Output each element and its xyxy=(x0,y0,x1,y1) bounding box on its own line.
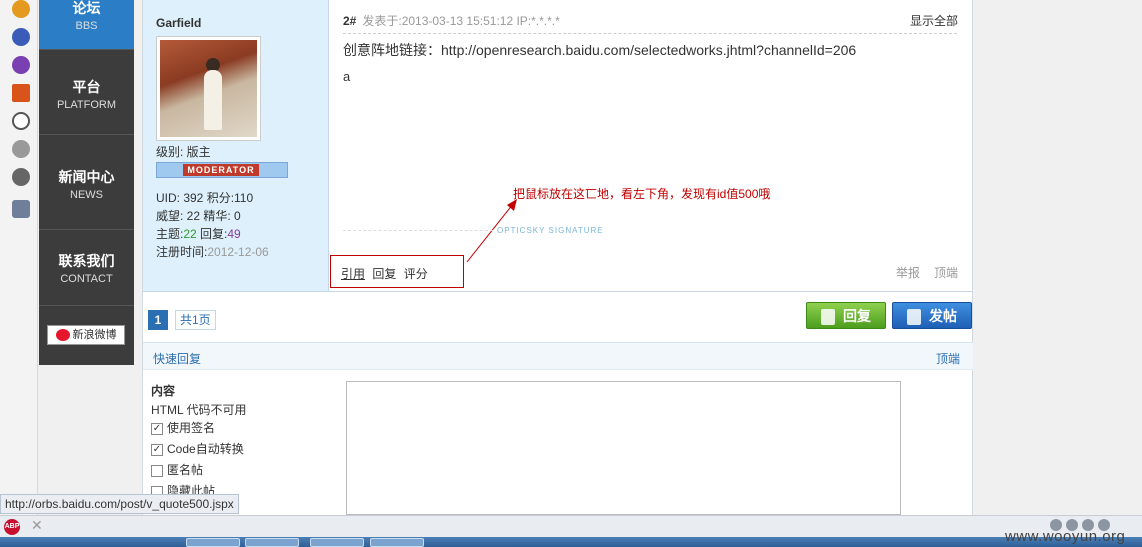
top-link[interactable]: 顶端 xyxy=(934,264,958,281)
show-all-link[interactable]: 显示全部 xyxy=(910,12,958,29)
close-icon[interactable]: ✕ xyxy=(31,517,43,534)
adblock-icon[interactable]: ABP xyxy=(4,519,20,535)
tag-icon[interactable] xyxy=(12,200,30,218)
option-signature[interactable]: ✓ 使用签名 xyxy=(151,419,215,436)
reg-date: 2012-12-06 xyxy=(207,245,269,259)
badge-label: MODERATOR xyxy=(183,164,259,176)
watermark: www.wooyun.org xyxy=(1005,528,1126,545)
content-label: 内容 xyxy=(151,384,176,398)
weibo-label: 新浪微博 xyxy=(72,329,117,341)
quick-reply-title: 快速回复 xyxy=(153,352,202,366)
sidebar-app-icon[interactable] xyxy=(12,0,30,18)
author-level: 级别: 版主 xyxy=(156,145,211,159)
author-uid: UID: 392 积分:110 xyxy=(156,191,254,205)
weibo-button[interactable]: 新浪微博 xyxy=(47,325,125,345)
taskbar-item[interactable] xyxy=(245,538,299,547)
author-name[interactable]: Garfield xyxy=(156,16,201,30)
nav-sublabel: CONTACT xyxy=(60,273,113,285)
screen: { "nav": { "items": [ {"zh": "论坛", "en":… xyxy=(0,0,1142,547)
post-header: 2# 发表于:2013-03-13 15:51:12 IP:*.*.*.* xyxy=(343,12,560,29)
reg-label: 注册时间: xyxy=(156,245,208,259)
page-current[interactable]: 1 xyxy=(148,310,168,330)
author-reg: 注册时间:2012-12-06 xyxy=(156,243,269,260)
option-label: Code自动转换 xyxy=(167,442,244,456)
nav-item-platform[interactable]: 平台 PLATFORM xyxy=(39,50,134,135)
rate-link[interactable]: 评分 xyxy=(404,267,428,281)
site-nav: 论坛 BBS 平台 PLATFORM 新闻中心 NEWS 联系我们 CONTAC… xyxy=(39,0,134,365)
palette-icon[interactable] xyxy=(12,112,30,130)
nav-sublabel: BBS xyxy=(75,20,98,32)
post-body-text: a xyxy=(343,69,351,84)
nav-sublabel: PLATFORM xyxy=(56,99,117,111)
post-body-link[interactable]: 创意阵地链接：http://openresearch.baidu.com/sel… xyxy=(343,40,856,60)
taskbar-item[interactable] xyxy=(310,538,364,547)
reply-button-label: 回复 xyxy=(843,308,871,324)
html-note: HTML 代码不可用 xyxy=(151,403,247,417)
option-anonymous[interactable]: 匿名帖 xyxy=(151,461,203,478)
author-prestige: 威望: 22 精华: 0 xyxy=(156,209,241,223)
nav-label: 平台 xyxy=(72,79,101,95)
reply-link[interactable]: 回复 xyxy=(372,267,396,281)
reply-button[interactable]: 回复 xyxy=(806,302,886,329)
floor-number[interactable]: 2# xyxy=(343,14,356,28)
page-margin xyxy=(973,0,1142,515)
taskbar-item[interactable] xyxy=(186,538,240,547)
edit-icon xyxy=(907,309,921,326)
option-label: 使用签名 xyxy=(167,421,216,435)
post-meta: 发表于:2013-03-13 15:51:12 IP:*.*.*.* xyxy=(362,14,560,28)
thread-main: Garfield 级别: 版主 MODERATOR UID: 392 积分:11… xyxy=(142,0,974,515)
checkbox-checked[interactable]: ✓ xyxy=(151,422,163,435)
quote-link[interactable]: 引用 xyxy=(341,267,365,281)
nav-sublabel: NEWS xyxy=(70,189,103,201)
page-total: 共1页 xyxy=(175,310,216,330)
replies-label: 回复: xyxy=(196,227,228,241)
sidebar-app-icon[interactable] xyxy=(12,56,30,74)
new-post-button-label: 发帖 xyxy=(929,308,957,324)
new-post-button[interactable]: 发帖 xyxy=(892,302,972,329)
avatar[interactable] xyxy=(156,36,261,141)
nav-item-contact[interactable]: 联系我们 CONTACT xyxy=(39,230,134,306)
checkbox-checked[interactable]: ✓ xyxy=(151,443,163,456)
status-url: http://orbs.baidu.com/post/v_quote500.js… xyxy=(0,494,239,514)
topics-label: 主题: xyxy=(156,227,184,241)
browser-status-bar: ABP ✕ xyxy=(0,515,1142,537)
sidebar-app-icon[interactable] xyxy=(12,84,30,102)
moderator-badge: MODERATOR xyxy=(156,162,288,178)
weibo-icon xyxy=(55,329,70,342)
browser-sidebar xyxy=(0,0,38,515)
taskbar-item[interactable] xyxy=(370,538,424,547)
avatar-photo xyxy=(160,40,257,137)
report-link[interactable]: 举报 xyxy=(896,264,920,281)
signature: OPTICSKY SIGNATURE xyxy=(497,226,604,235)
signature-divider xyxy=(343,230,493,231)
quick-reply-header: 快速回复 顶端 xyxy=(143,342,974,370)
option-label: 匿名帖 xyxy=(167,463,204,477)
sidebar-app-icon[interactable] xyxy=(12,28,30,46)
nav-item-bbs[interactable]: 论坛 BBS xyxy=(39,0,134,50)
divider xyxy=(343,33,957,34)
nav-item-news[interactable]: 新闻中心 NEWS xyxy=(39,135,134,230)
replies-count[interactable]: 49 xyxy=(227,227,240,241)
author-panel: Garfield 级别: 版主 MODERATOR UID: 392 积分:11… xyxy=(143,0,329,291)
gear-icon[interactable] xyxy=(12,140,30,158)
globe-icon[interactable] xyxy=(12,168,30,186)
nav-label: 联系我们 xyxy=(58,253,115,269)
nav-label: 论坛 xyxy=(72,0,101,16)
author-stats: 主题:22 回复:49 xyxy=(156,225,241,242)
option-code-convert[interactable]: ✓ Code自动转换 xyxy=(151,440,244,457)
post-actions: 引用 回复 评分 xyxy=(330,255,464,288)
checkbox[interactable] xyxy=(151,464,163,477)
nav-label: 新闻中心 xyxy=(58,169,115,185)
taskbar xyxy=(0,537,1142,547)
topics-count[interactable]: 22 xyxy=(183,227,196,241)
reply-icon xyxy=(821,309,835,326)
quick-reply-top-link[interactable]: 顶端 xyxy=(936,350,960,367)
annotation-note: 把鼠标放在这匸地，看左下角，发现有id值500哦 xyxy=(513,187,771,201)
reply-content-input[interactable] xyxy=(346,381,901,515)
post-2: Garfield 级别: 版主 MODERATOR UID: 392 积分:11… xyxy=(143,0,974,292)
pagination: 1 共1页 xyxy=(148,310,216,330)
